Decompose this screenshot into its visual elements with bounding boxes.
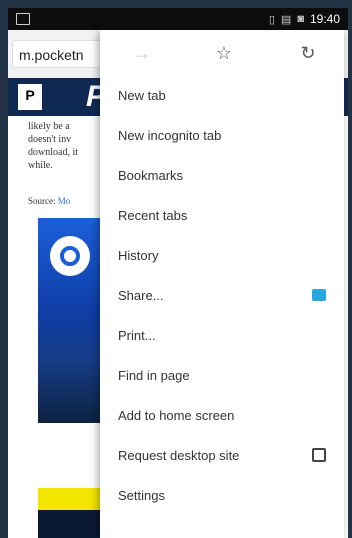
- overflow-menu: → ☆ ↻ New tab New incognito tab Bookmark…: [100, 30, 344, 538]
- menu-item-label: History: [118, 248, 159, 263]
- source-label: Source:: [28, 196, 56, 206]
- menu-item-label: Find in page: [118, 368, 190, 383]
- menu-item-share[interactable]: Share...: [100, 276, 344, 316]
- reload-icon[interactable]: ↻: [294, 40, 322, 66]
- menu-item-label: Request desktop site: [118, 448, 240, 463]
- desktop-site-checkbox[interactable]: [312, 448, 326, 462]
- menu-item-request-desktop-site[interactable]: Request desktop site: [100, 436, 344, 476]
- menu-item-bookmarks[interactable]: Bookmarks: [100, 156, 344, 196]
- menu-item-recent-tabs[interactable]: Recent tabs: [100, 196, 344, 236]
- menu-item-label: Settings: [118, 488, 165, 503]
- menu-item-label: New incognito tab: [118, 128, 222, 143]
- screen-icon: [16, 13, 30, 25]
- article-source: Source: Mo: [28, 196, 70, 206]
- menu-item-label: Bookmarks: [118, 168, 184, 183]
- menu-item-add-to-home-screen[interactable]: Add to home screen: [100, 396, 344, 436]
- status-bar: ▯ ▤ ◙ 19:40: [8, 8, 348, 30]
- menu-item-settings[interactable]: Settings: [100, 476, 344, 516]
- share-app-icon: [312, 289, 326, 301]
- menu-item-new-incognito-tab[interactable]: New incognito tab: [100, 116, 344, 156]
- menu-item-label: Recent tabs: [118, 208, 188, 223]
- source-link[interactable]: Mo: [58, 196, 71, 206]
- menu-item-new-tab[interactable]: New tab: [100, 76, 344, 116]
- menu-item-history[interactable]: History: [100, 236, 344, 276]
- signal-icon: ▤: [280, 13, 292, 26]
- menu-item-label: New tab: [118, 88, 166, 103]
- menu-item-find-in-page[interactable]: Find in page: [100, 356, 344, 396]
- brand-logo-icon: [50, 236, 90, 276]
- menu-item-label: Print...: [118, 328, 156, 343]
- clock: 19:40: [309, 12, 340, 26]
- site-logo[interactable]: P: [18, 84, 42, 110]
- battery-icon: ◙: [297, 13, 304, 25]
- menu-toolbar: → ☆ ↻: [100, 30, 344, 76]
- menu-item-print[interactable]: Print...: [100, 316, 344, 356]
- forward-icon[interactable]: →: [128, 40, 156, 66]
- vibrate-icon: ▯: [268, 13, 275, 26]
- menu-item-label: Add to home screen: [118, 408, 235, 423]
- menu-item-label: Share...: [118, 288, 164, 303]
- bookmark-star-icon[interactable]: ☆: [210, 40, 238, 66]
